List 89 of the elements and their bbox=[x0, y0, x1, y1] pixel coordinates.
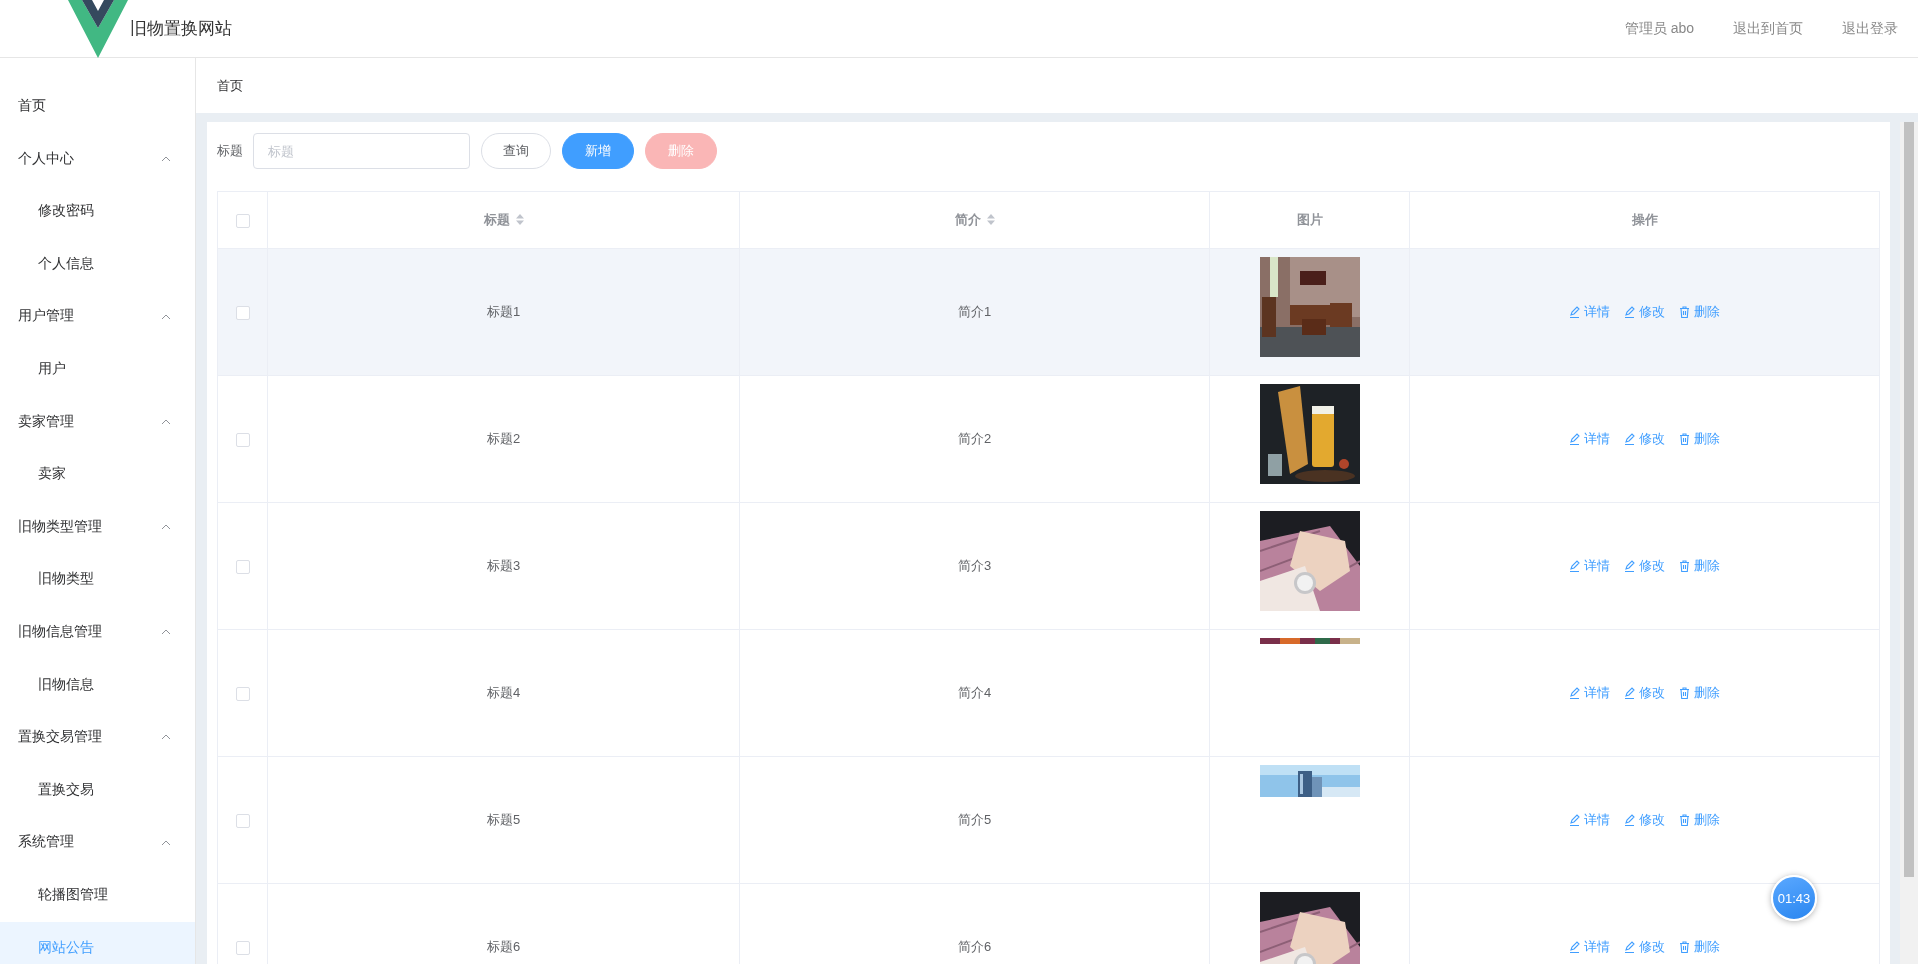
menu-group[interactable]: 旧物类型管理 bbox=[0, 500, 195, 554]
action-link[interactable]: 详情 bbox=[1569, 430, 1610, 448]
action-link[interactable]: 修改 bbox=[1624, 684, 1665, 702]
trash-icon bbox=[1679, 306, 1690, 318]
edit-icon bbox=[1624, 560, 1635, 572]
table-cell: 简介6 bbox=[957, 939, 992, 954]
table-cell: 标题3 bbox=[486, 558, 521, 573]
trash-icon bbox=[1679, 814, 1690, 826]
checkbox[interactable] bbox=[235, 432, 250, 447]
edit-icon bbox=[1569, 814, 1580, 826]
trash-icon bbox=[1679, 560, 1690, 572]
header-link[interactable]: 退出登录 bbox=[1842, 19, 1898, 38]
submenu-item[interactable]: 置换交易 bbox=[0, 763, 195, 817]
trash-icon bbox=[1679, 433, 1690, 445]
menu-group[interactable]: 卖家管理 bbox=[0, 395, 195, 449]
column-header: 操作 bbox=[1631, 212, 1658, 227]
delete-link[interactable]: 删除 bbox=[1679, 684, 1720, 702]
action-link[interactable]: 修改 bbox=[1624, 938, 1665, 956]
checkbox[interactable] bbox=[235, 305, 250, 320]
edit-icon bbox=[1569, 560, 1580, 572]
edit-icon bbox=[1569, 941, 1580, 953]
edit-icon bbox=[1569, 306, 1580, 318]
delete-link[interactable]: 删除 bbox=[1679, 430, 1720, 448]
table-cell: 简介5 bbox=[957, 812, 992, 827]
table-cell: 简介1 bbox=[957, 304, 992, 319]
action-link[interactable]: 修改 bbox=[1624, 557, 1665, 575]
field-label: 标题 bbox=[217, 142, 243, 160]
table-cell: 简介3 bbox=[957, 558, 992, 573]
action-link[interactable]: 修改 bbox=[1624, 303, 1665, 321]
checkbox[interactable] bbox=[235, 813, 250, 828]
table-cell: 标题4 bbox=[486, 685, 521, 700]
table-cell: 简介2 bbox=[957, 431, 992, 446]
submenu-item[interactable]: 轮播图管理 bbox=[0, 868, 195, 922]
delete-link[interactable]: 删除 bbox=[1679, 811, 1720, 829]
breadcrumb-item[interactable]: 首页 bbox=[217, 76, 243, 95]
delete-link[interactable]: 删除 bbox=[1679, 938, 1720, 956]
table-cell: 标题2 bbox=[486, 431, 521, 446]
delete-link[interactable]: 删除 bbox=[1679, 557, 1720, 575]
trash-icon bbox=[1679, 687, 1690, 699]
column-header: 图片 bbox=[1296, 212, 1323, 227]
edit-icon bbox=[1624, 941, 1635, 953]
menu-item[interactable]: 首页 bbox=[0, 80, 195, 133]
submenu-item[interactable]: 旧物类型 bbox=[0, 553, 195, 606]
add-button[interactable]: 新增 bbox=[562, 133, 634, 169]
submenu-item[interactable]: 卖家 bbox=[0, 448, 195, 501]
edit-icon bbox=[1624, 814, 1635, 826]
submenu-item[interactable]: 用户 bbox=[0, 342, 195, 396]
sort-icon bbox=[515, 214, 524, 225]
action-link[interactable]: 详情 bbox=[1569, 811, 1610, 829]
sort-icon bbox=[986, 214, 995, 225]
table-cell: 标题6 bbox=[486, 939, 521, 954]
action-link[interactable]: 修改 bbox=[1624, 430, 1665, 448]
action-link[interactable]: 修改 bbox=[1624, 811, 1665, 829]
submenu-item[interactable]: 个人信息 bbox=[0, 237, 195, 291]
table-cell: 简介4 bbox=[957, 685, 992, 700]
site-title: 旧物置换网站 bbox=[130, 18, 232, 40]
edit-icon bbox=[1624, 306, 1635, 318]
action-link[interactable]: 详情 bbox=[1569, 303, 1610, 321]
scrollbar[interactable] bbox=[1900, 122, 1918, 964]
title-input[interactable]: 标题 bbox=[253, 133, 470, 169]
action-link[interactable]: 详情 bbox=[1569, 684, 1610, 702]
trash-icon bbox=[1679, 941, 1690, 953]
action-link[interactable]: 详情 bbox=[1569, 557, 1610, 575]
checkbox[interactable] bbox=[235, 559, 250, 574]
action-link[interactable]: 详情 bbox=[1569, 938, 1610, 956]
delete-link[interactable]: 删除 bbox=[1679, 303, 1720, 321]
edit-icon bbox=[1624, 687, 1635, 699]
menu-group[interactable]: 个人中心 bbox=[0, 132, 195, 186]
menu-group[interactable]: 置换交易管理 bbox=[0, 711, 195, 764]
header-link[interactable]: 管理员 abo bbox=[1624, 19, 1694, 38]
search-button[interactable]: 查询 bbox=[481, 133, 551, 169]
submenu-item[interactable]: 修改密码 bbox=[0, 185, 195, 238]
submenu-item[interactable]: 网站公告 bbox=[0, 921, 195, 964]
column-header[interactable]: 简介 bbox=[954, 212, 981, 227]
checkbox[interactable] bbox=[235, 940, 250, 955]
menu-group[interactable]: 用户管理 bbox=[0, 290, 195, 343]
menu-group[interactable]: 旧物信息管理 bbox=[0, 605, 195, 659]
edit-icon bbox=[1624, 433, 1635, 445]
edit-icon bbox=[1569, 433, 1580, 445]
header-link[interactable]: 退出到首页 bbox=[1733, 19, 1803, 38]
checkbox[interactable] bbox=[235, 686, 250, 701]
logo-icon bbox=[68, 0, 128, 58]
checkbox[interactable] bbox=[235, 213, 250, 228]
menu-group[interactable]: 系统管理 bbox=[0, 816, 195, 869]
edit-icon bbox=[1569, 687, 1580, 699]
table-cell: 标题1 bbox=[486, 304, 521, 319]
table-cell: 标题5 bbox=[486, 812, 521, 827]
column-header[interactable]: 标题 bbox=[483, 212, 510, 227]
submenu-item[interactable]: 旧物信息 bbox=[0, 658, 195, 712]
